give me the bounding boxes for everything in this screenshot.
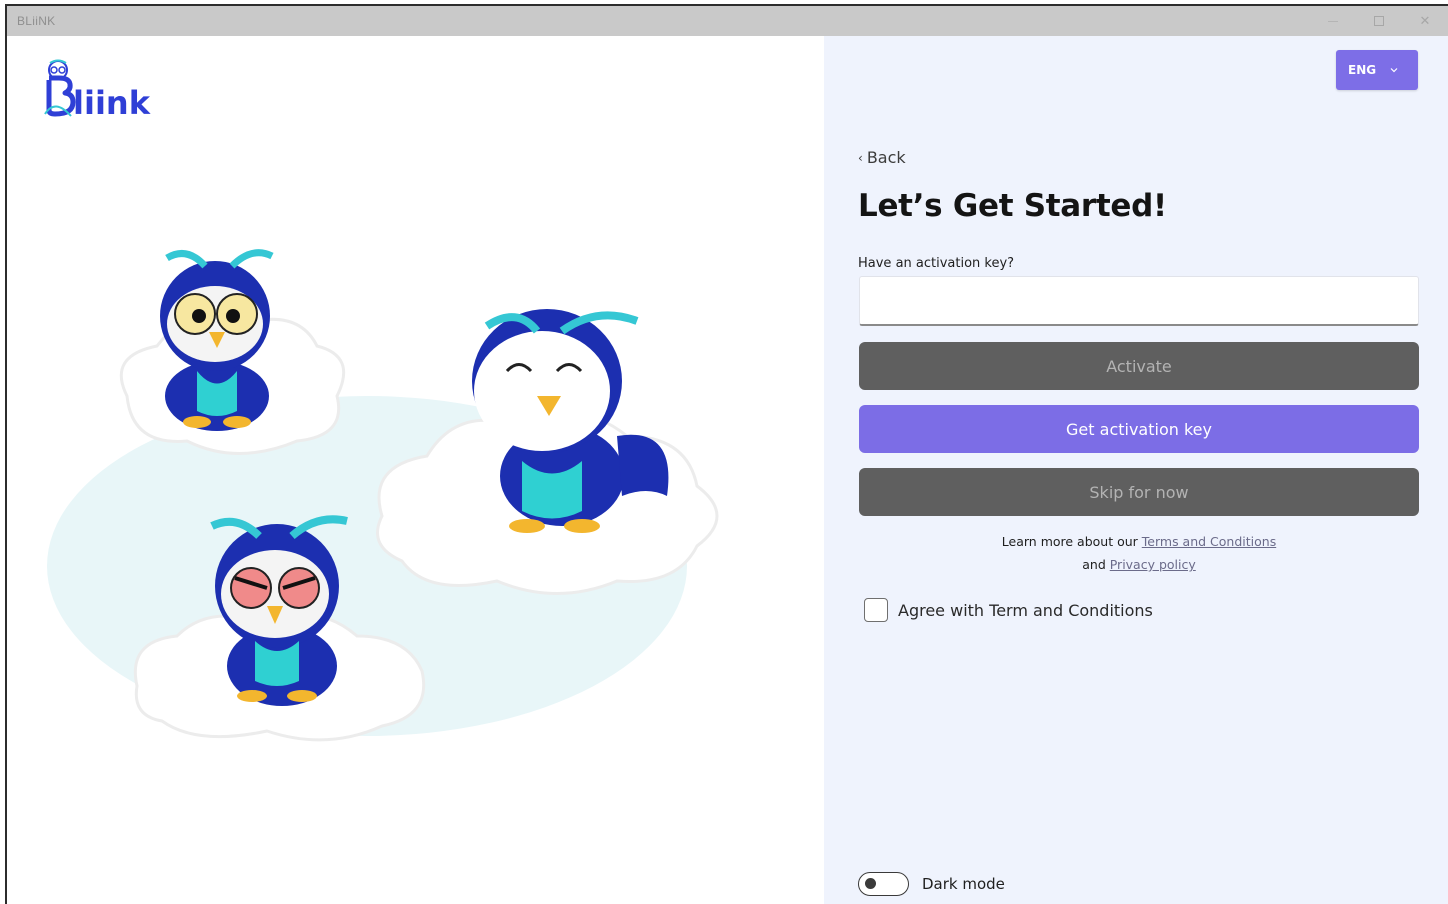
title-bar: BLiiNK ✕ xyxy=(7,6,1448,36)
terms-link[interactable]: Terms and Conditions xyxy=(1142,534,1276,549)
get-activation-key-button[interactable]: Get activation key xyxy=(859,405,1419,453)
agree-checkbox[interactable] xyxy=(864,598,888,622)
maximize-button[interactable] xyxy=(1356,6,1402,36)
language-selected: ENG xyxy=(1348,63,1377,77)
window-controls: ✕ xyxy=(1310,6,1448,36)
bliink-logo: liink xyxy=(44,59,151,120)
activate-button[interactable]: Activate xyxy=(859,342,1419,390)
close-icon: ✕ xyxy=(1419,13,1431,29)
legal-line-1: Learn more about our Terms and Condition… xyxy=(859,530,1419,553)
owl-surprised-icon xyxy=(160,249,274,431)
dark-mode-setting: Dark mode xyxy=(858,872,1005,896)
activation-key-label: Have an activation key? xyxy=(858,256,1015,271)
back-label: Back xyxy=(866,148,906,167)
privacy-link[interactable]: Privacy policy xyxy=(1110,557,1196,572)
legal-line-2: and Privacy policy xyxy=(859,553,1419,576)
back-link[interactable]: ‹ Back xyxy=(858,148,906,167)
toggle-knob xyxy=(865,878,876,889)
dark-mode-toggle[interactable] xyxy=(858,872,909,896)
language-select[interactable]: ENG xyxy=(1336,50,1418,90)
activation-key-input[interactable] xyxy=(859,276,1419,326)
legal-prefix: Learn more about our xyxy=(1001,534,1142,549)
agree-terms: Agree with Term and Conditions xyxy=(864,598,1153,622)
legal-and: and xyxy=(1082,557,1110,572)
page-title: Let’s Get Started! xyxy=(858,188,1167,224)
skip-button[interactable]: Skip for now xyxy=(859,468,1419,516)
onboarding-panel: ENG ‹ Back Let’s Get Started! Have an ac… xyxy=(824,36,1448,904)
close-button[interactable]: ✕ xyxy=(1402,6,1448,36)
maximize-icon xyxy=(1374,16,1384,26)
minimize-icon xyxy=(1328,20,1338,22)
dark-mode-label: Dark mode xyxy=(922,875,1005,893)
legal-text: Learn more about our Terms and Condition… xyxy=(859,530,1419,576)
minimize-button[interactable] xyxy=(1310,6,1356,36)
window-title: BLiiNK xyxy=(17,14,56,28)
chevron-left-icon: ‹ xyxy=(858,150,863,165)
app-window: BLiiNK ✕ liink ENG ‹ Back Let’s Get Star… xyxy=(5,4,1448,904)
owls-illustration xyxy=(47,249,719,742)
agree-label: Agree with Term and Conditions xyxy=(898,600,1153,620)
chevron-down-icon xyxy=(1390,68,1398,73)
illustration-panel: liink xyxy=(7,36,824,904)
svg-text:liink: liink xyxy=(73,84,151,120)
